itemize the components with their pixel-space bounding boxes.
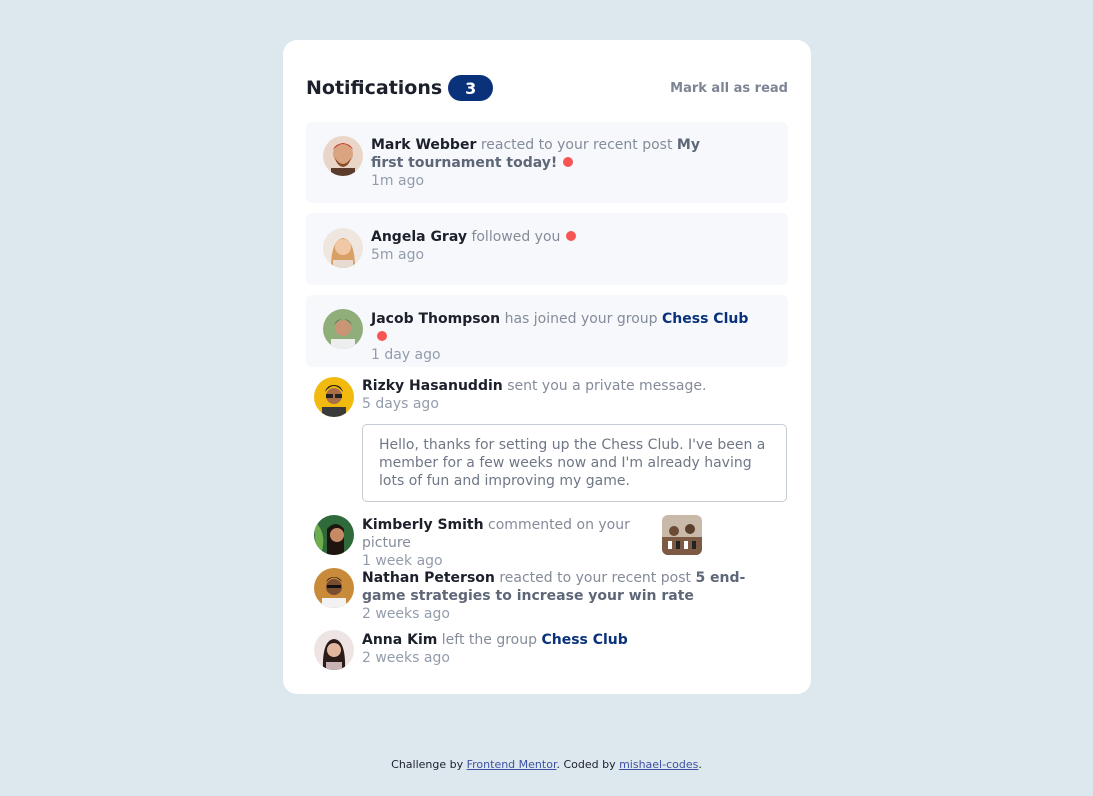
notification-time: 5m ago — [371, 247, 425, 263]
notification-time: 2 weeks ago — [362, 650, 450, 666]
group-link[interactable]: Chess Club — [541, 632, 627, 648]
notification-action: followed you — [471, 229, 561, 245]
notification-content: Mark Webber reacted to your recent post … — [371, 136, 726, 190]
frontend-mentor-link[interactable]: Frontend Mentor — [467, 758, 557, 771]
group-link[interactable]: Chess Club — [662, 311, 748, 327]
avatar[interactable] — [314, 630, 354, 670]
avatar[interactable] — [314, 568, 354, 608]
unread-dot-icon — [566, 231, 577, 241]
notification-action: reacted to your recent post — [499, 570, 691, 586]
notification-item[interactable]: Kimberly Smith commented on your picture… — [306, 515, 788, 569]
notifications-card: Notifications 3 Mark all as read Mark We… — [283, 40, 811, 694]
footer-suffix: . — [698, 758, 702, 771]
mark-all-as-read-button[interactable]: Mark all as read — [670, 81, 788, 96]
notification-content: Angela Gray followed you 5m ago — [371, 228, 761, 264]
notification-item[interactable]: Anna Kim left the group Chess Club 2 wee… — [306, 630, 788, 674]
notification-content: Anna Kim left the group Chess Club 2 wee… — [362, 631, 782, 667]
avatar[interactable] — [314, 515, 354, 555]
actor-name[interactable]: Nathan Peterson — [362, 570, 495, 586]
actor-name[interactable]: Angela Gray — [371, 229, 467, 245]
notification-item[interactable]: Jacob Thompson has joined your group Che… — [306, 295, 788, 367]
notification-action: has joined your group — [504, 311, 658, 327]
notification-time: 2 weeks ago — [362, 606, 450, 622]
avatar[interactable] — [323, 228, 363, 268]
unread-dot-icon — [563, 157, 574, 167]
footer-middle: . Coded by — [556, 758, 616, 771]
commented-picture-thumbnail[interactable] — [662, 515, 702, 555]
notification-content: Rizky Hasanuddin sent you a private mess… — [362, 377, 782, 413]
notification-time: 1 day ago — [371, 347, 441, 363]
attribution-footer: Challenge by Frontend Mentor. Coded by m… — [0, 758, 1093, 771]
footer-prefix: Challenge by — [391, 758, 464, 771]
author-link[interactable]: mishael-codes — [619, 758, 698, 771]
notification-item[interactable]: Angela Gray followed you 5m ago — [306, 213, 788, 285]
notification-content: Kimberly Smith commented on your picture… — [362, 516, 662, 570]
title-group: Notifications 3 — [306, 75, 494, 101]
unread-dot-icon — [377, 331, 387, 341]
actor-name[interactable]: Jacob Thompson — [371, 311, 500, 327]
notification-time: 1m ago — [371, 173, 425, 189]
avatar[interactable] — [323, 136, 363, 176]
actor-name[interactable]: Mark Webber — [371, 137, 476, 153]
notifications-header: Notifications 3 Mark all as read — [306, 74, 788, 102]
notification-content: Jacob Thompson has joined your group Che… — [371, 310, 761, 364]
notification-action: sent you a private message. — [507, 378, 707, 394]
notification-item[interactable]: Rizky Hasanuddin sent you a private mess… — [306, 377, 788, 505]
avatar[interactable] — [314, 377, 354, 417]
notification-action: reacted to your recent post — [480, 137, 673, 153]
notification-time: 5 days ago — [362, 396, 439, 412]
notification-action: left the group — [441, 632, 537, 648]
private-message-box[interactable]: Hello, thanks for setting up the Chess C… — [362, 424, 787, 502]
actor-name[interactable]: Kimberly Smith — [362, 517, 484, 533]
actor-name[interactable]: Anna Kim — [362, 632, 437, 648]
notification-item[interactable]: Mark Webber reacted to your recent post … — [306, 122, 788, 203]
avatar[interactable] — [323, 309, 363, 349]
page-title: Notifications — [306, 77, 443, 99]
notification-item[interactable]: Nathan Peterson reacted to your recent p… — [306, 568, 788, 622]
actor-name[interactable]: Rizky Hasanuddin — [362, 378, 503, 394]
unread-count-badge: 3 — [448, 75, 494, 101]
notification-content: Nathan Peterson reacted to your recent p… — [362, 569, 787, 623]
